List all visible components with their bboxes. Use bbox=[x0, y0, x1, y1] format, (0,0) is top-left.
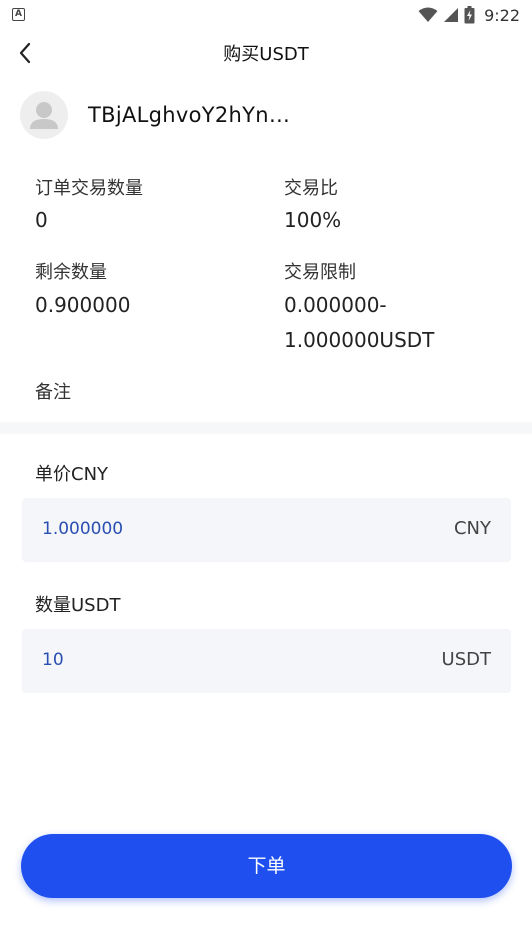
navigation-header: 购买USDT bbox=[0, 30, 532, 76]
ratio-value: 100% bbox=[284, 208, 342, 232]
app-notification-icon: A bbox=[12, 8, 25, 21]
wifi-icon bbox=[418, 7, 438, 22]
remaining-value: 0.900000 bbox=[35, 293, 131, 317]
status-bar: A 9:22 bbox=[0, 0, 532, 30]
amount-unit: USDT bbox=[441, 649, 491, 670]
cell-signal-icon bbox=[444, 8, 459, 22]
order-qty-label: 订单交易数量 bbox=[35, 178, 143, 199]
limit-label: 交易限制 bbox=[284, 262, 356, 283]
section-divider bbox=[0, 422, 532, 434]
price-value: 1.000000 bbox=[42, 519, 124, 539]
buy-usdt-screen: A 9:22 购买USDT TBjALghvoY2hYn… 订单交易数量 0 交… bbox=[0, 0, 532, 950]
order-qty-value: 0 bbox=[35, 208, 48, 232]
battery-icon bbox=[464, 6, 475, 24]
user-avatar-icon bbox=[30, 102, 58, 129]
limit-value-min: 0.000000- bbox=[284, 293, 387, 317]
amount-value: 10 bbox=[42, 650, 64, 670]
avatar bbox=[20, 91, 68, 139]
seller-row: TBjALghvoY2hYn… bbox=[20, 90, 290, 140]
amount-field[interactable]: 10 USDT bbox=[22, 629, 511, 693]
amount-label: 数量USDT bbox=[35, 595, 121, 616]
seller-name: TBjALghvoY2hYn… bbox=[88, 103, 291, 127]
page-title: 购买USDT bbox=[223, 44, 309, 65]
status-icons: 9:22 bbox=[418, 5, 520, 25]
price-label: 单价CNY bbox=[35, 464, 109, 485]
price-unit: CNY bbox=[453, 518, 491, 539]
clock-time: 9:22 bbox=[484, 5, 520, 25]
price-field[interactable]: 1.000000 CNY bbox=[22, 498, 511, 562]
remark-label: 备注 bbox=[35, 382, 71, 403]
remaining-label: 剩余数量 bbox=[35, 262, 107, 283]
ratio-label: 交易比 bbox=[284, 178, 338, 199]
place-order-button[interactable]: 下单 bbox=[21, 834, 512, 898]
limit-value-max: 1.000000USDT bbox=[284, 328, 435, 352]
